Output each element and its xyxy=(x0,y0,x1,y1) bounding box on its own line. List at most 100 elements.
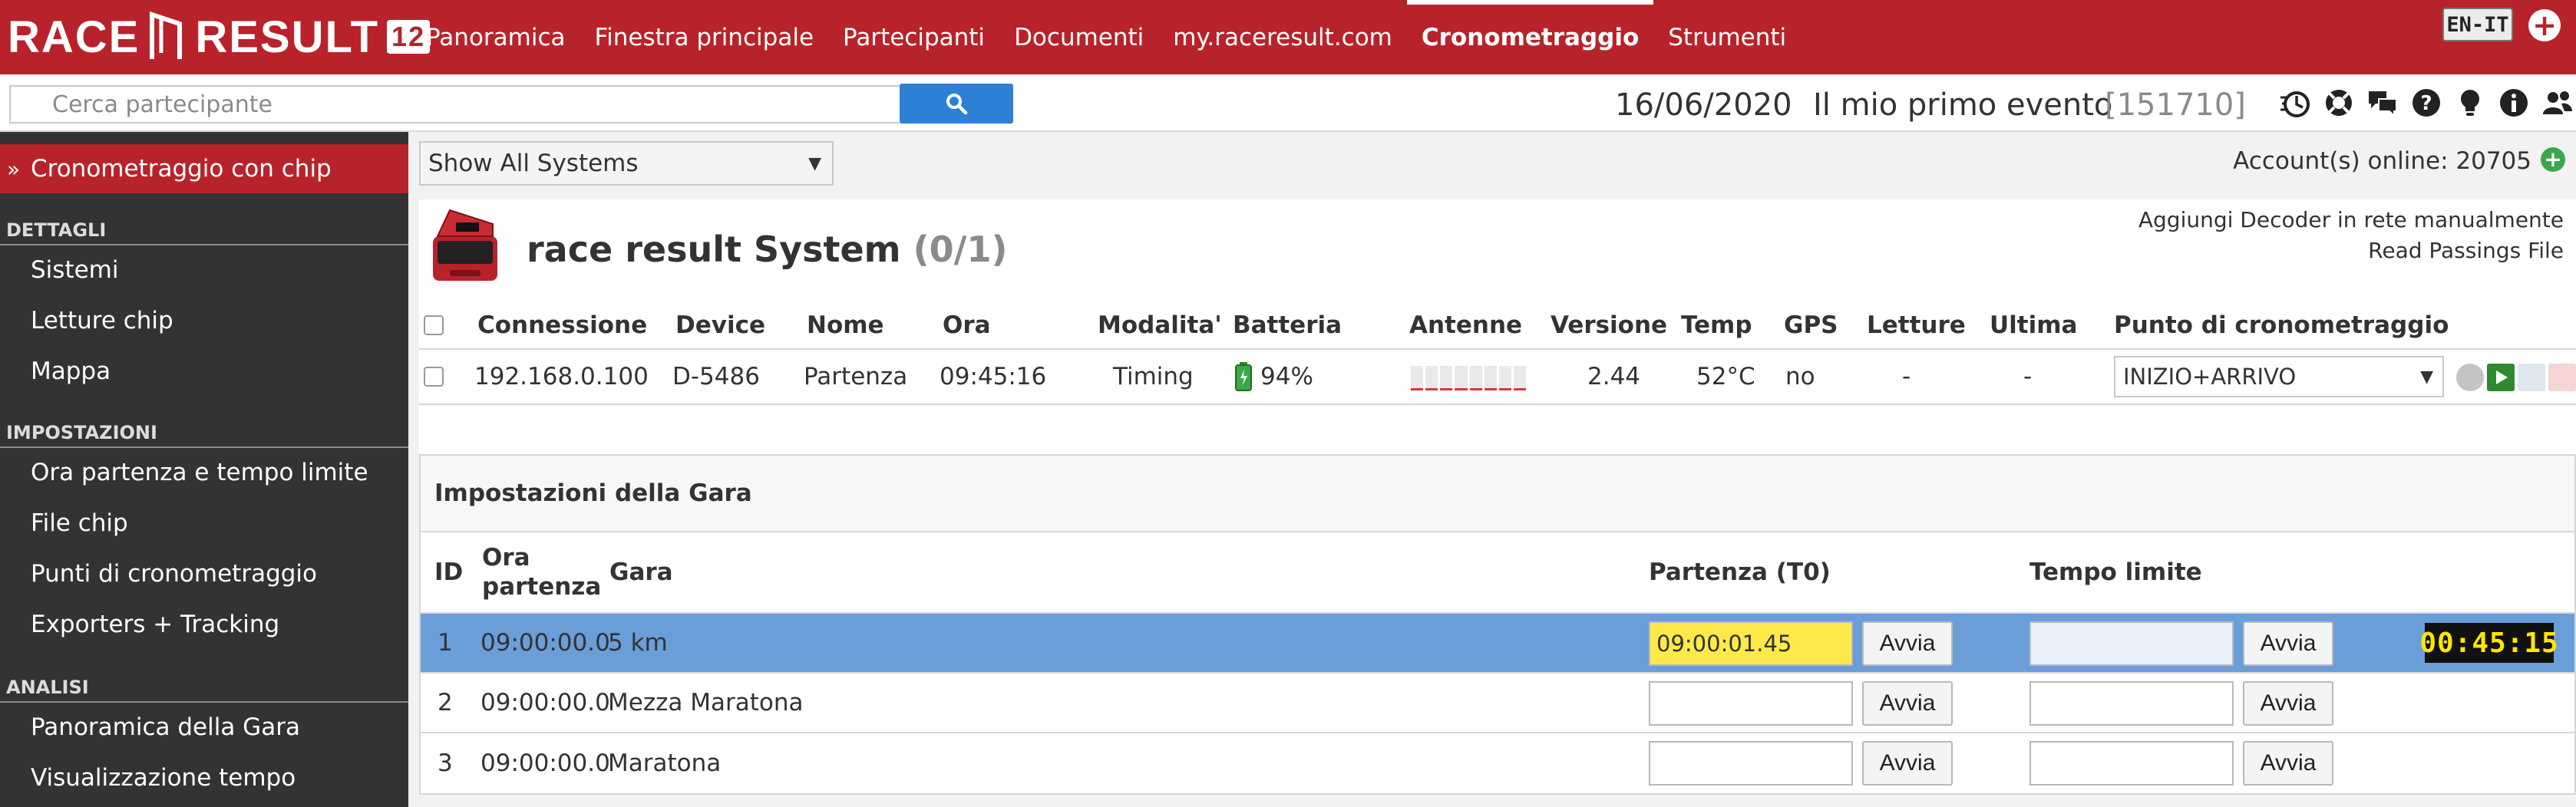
time-limit-start-button[interactable]: Avvia xyxy=(2243,741,2333,786)
race-row[interactable]: 3 09:00:00.0 Maratona Avvia Avvia xyxy=(421,733,2574,793)
cell-modalita: Timing xyxy=(1113,363,1194,390)
add-icon[interactable]: + xyxy=(2528,9,2561,41)
cell-letture: - xyxy=(1902,363,1911,390)
system-row[interactable]: 192.168.0.100 D-5486 Partenza 09:45:16 T… xyxy=(419,350,2576,405)
cell-temp: 52°C xyxy=(1696,363,1755,390)
top-bar: RACE RESULT 12 Panoramica Finestra princ… xyxy=(0,0,2576,74)
main-content: Show All Systems ▼ Account(s) online: 20… xyxy=(408,132,2576,807)
users-icon[interactable] xyxy=(2541,86,2574,120)
sidebar: » Cronometraggio con chip DETTAGLI Siste… xyxy=(0,132,408,807)
col-ultima: Ultima xyxy=(1990,311,2078,339)
col-tempo-limite: Tempo limite xyxy=(2029,558,2202,586)
race-row[interactable]: 2 09:00:00.0 Mezza Maratona Avvia Avvia xyxy=(421,674,2574,733)
battery-icon xyxy=(1235,362,1252,391)
time-limit-input[interactable] xyxy=(2029,741,2234,786)
col-batteria: Batteria xyxy=(1233,311,1342,339)
timing-point-select[interactable]: INIZIO+ARRIVO ▼ xyxy=(2114,356,2444,397)
info-icon[interactable] xyxy=(2497,86,2531,120)
time-limit-start-button[interactable]: Avvia xyxy=(2243,621,2333,666)
race-result-logo[interactable]: RACE RESULT 12 xyxy=(8,8,431,66)
col-punto-cronometraggio: Punto di cronometraggio xyxy=(2114,311,2449,339)
sidebar-item-exporters-tracking[interactable]: Exporters + Tracking xyxy=(0,601,408,647)
timing-point-value: INIZIO+ARRIVO xyxy=(2123,364,2297,390)
nav-cronometraggio[interactable]: Cronometraggio xyxy=(1406,0,1654,74)
event-name[interactable]: Il mio primo evento xyxy=(1813,87,2112,123)
logo-flag-icon xyxy=(150,11,183,59)
decoder-box-icon xyxy=(433,209,497,281)
stop-icon[interactable] xyxy=(2548,364,2576,391)
sidebar-item-panoramica-gara[interactable]: Panoramica della Gara xyxy=(0,704,408,750)
accounts-online: Account(s) online: 20705 xyxy=(2233,147,2531,175)
race-name: 5 km xyxy=(608,629,668,657)
sidebar-section-analisi: ANALISI xyxy=(0,674,408,703)
start-button[interactable]: Avvia xyxy=(1862,741,1953,786)
race-id: 2 xyxy=(438,689,453,716)
start-time-input[interactable] xyxy=(1649,681,1853,726)
nav-documenti[interactable]: Documenti xyxy=(999,0,1158,74)
nav-panoramica[interactable]: Panoramica xyxy=(411,0,580,74)
sidebar-item-cronometraggio-chip[interactable]: » Cronometraggio con chip xyxy=(0,144,408,193)
language-button[interactable]: EN-IT xyxy=(2442,8,2513,41)
nav-strumenti[interactable]: Strumenti xyxy=(1653,0,1801,74)
forward-icon[interactable] xyxy=(2456,364,2484,391)
lightbulb-icon[interactable] xyxy=(2453,86,2487,120)
race-row[interactable]: 1 09:00:00.0 5 km 09:00:01.45 Avvia Avvi… xyxy=(421,614,2574,674)
cell-versione: 2.44 xyxy=(1587,363,1641,390)
col-letture: Letture xyxy=(1867,311,1966,339)
start-time-input[interactable] xyxy=(1649,741,1853,786)
logo-text-race: RACE xyxy=(8,12,140,62)
col-connessione: Connessione xyxy=(477,311,648,339)
col-partenza-t0: Partenza (T0) xyxy=(1649,558,1831,586)
nav-myraceresult[interactable]: my.raceresult.com xyxy=(1158,0,1407,74)
race-name: Maratona xyxy=(608,749,722,777)
sidebar-item-ora-partenza[interactable]: Ora partenza e tempo limite xyxy=(0,450,408,496)
antenna-signal-bars xyxy=(1411,350,1526,404)
sidebar-item-visualizzazione-tempo[interactable]: Visualizzazione tempo xyxy=(0,755,408,801)
read-passings-link[interactable]: Read Passings File xyxy=(2368,238,2564,263)
search-button[interactable] xyxy=(900,84,1013,124)
col-ora-partenza: Ora partenza xyxy=(482,544,602,601)
event-date: 16/06/2020 xyxy=(1615,87,1792,123)
time-limit-input[interactable] xyxy=(2029,681,2234,726)
time-limit-start-button[interactable]: Avvia xyxy=(2243,681,2333,726)
cell-nome: Partenza xyxy=(804,363,908,390)
elapsed-clock: 00:45:15 xyxy=(2419,623,2558,663)
cell-ora: 09:45:16 xyxy=(940,363,1047,390)
timing-icon[interactable] xyxy=(2278,86,2312,120)
sidebar-item-file-chip[interactable]: File chip xyxy=(0,500,408,546)
chevron-down-icon: ▼ xyxy=(808,153,821,173)
question-icon[interactable]: ? xyxy=(2409,86,2443,120)
start-button[interactable]: Avvia xyxy=(1862,681,1953,726)
play-icon[interactable] xyxy=(2487,364,2515,391)
sidebar-item-mappa[interactable]: Mappa xyxy=(0,348,408,394)
start-time-input[interactable]: 09:00:01.45 xyxy=(1649,621,1853,666)
col-id: ID xyxy=(434,558,464,586)
sidebar-section-impostazioni: IMPOSTAZIONI xyxy=(0,419,408,448)
row-checkbox[interactable] xyxy=(424,350,444,404)
race-id: 3 xyxy=(438,749,453,777)
skip-back-icon[interactable] xyxy=(2518,364,2545,391)
cell-connessione: 192.168.0.100 xyxy=(474,363,649,390)
start-button[interactable]: Avvia xyxy=(1862,621,1953,666)
toolbar-icons: ? xyxy=(2278,86,2574,120)
cell-ultima: - xyxy=(2023,363,2033,390)
select-all-checkbox[interactable] xyxy=(424,302,444,348)
cell-batteria: 94% xyxy=(1234,350,1313,404)
chat-icon[interactable] xyxy=(2366,86,2399,120)
systems-filter-select[interactable]: Show All Systems ▼ xyxy=(419,141,834,186)
help-lifebuoy-icon[interactable] xyxy=(2322,86,2356,120)
sidebar-item-sistemi[interactable]: Sistemi xyxy=(0,247,408,293)
race-name: Mezza Maratona xyxy=(608,689,804,716)
nav-finestra-principale[interactable]: Finestra principale xyxy=(580,0,829,74)
search-input[interactable] xyxy=(9,85,900,124)
time-limit-input[interactable] xyxy=(2029,621,2234,666)
add-account-icon[interactable]: + xyxy=(2541,147,2565,172)
sidebar-item-letture-chip[interactable]: Letture chip xyxy=(0,298,408,344)
col-versione: Versione xyxy=(1551,311,1668,339)
systems-table-header: Connessione Device Nome Ora Modalita' Ba… xyxy=(419,302,2576,350)
sidebar-item-label: Cronometraggio con chip xyxy=(31,155,332,183)
nav-partecipanti[interactable]: Partecipanti xyxy=(828,0,999,74)
cell-gps: no xyxy=(1785,363,1815,390)
add-decoder-link[interactable]: Aggiungi Decoder in rete manualmente xyxy=(2138,207,2564,232)
sidebar-item-punti-cronometraggio[interactable]: Punti di cronometraggio xyxy=(0,551,408,597)
